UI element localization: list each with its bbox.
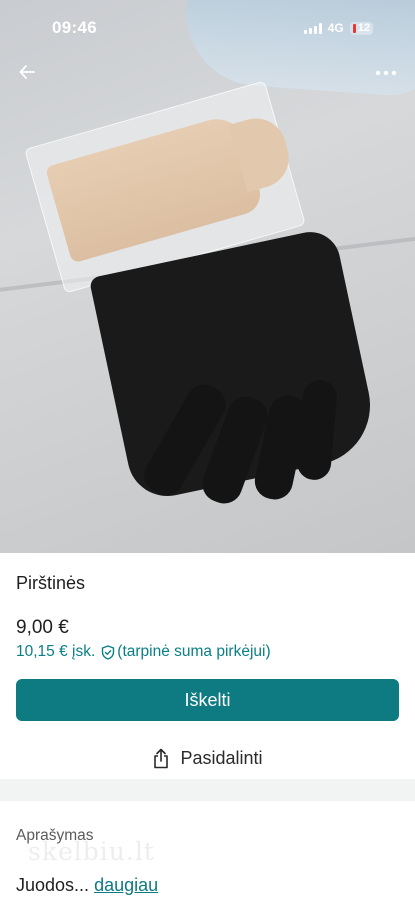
section-divider: [0, 779, 415, 801]
share-label: Pasidalinti: [180, 747, 263, 768]
listing-title: Pirštinės: [16, 573, 86, 593]
back-button[interactable]: [12, 57, 42, 87]
status-bar: 09:46 4G 12: [0, 0, 415, 56]
read-more-link[interactable]: daugiau: [94, 875, 158, 895]
network-type: 4G: [327, 21, 344, 35]
description-text: Juodos... daugiau: [16, 875, 158, 896]
more-options-button[interactable]: [371, 60, 401, 86]
total-price-value: 10,15 € įsk.: [16, 643, 96, 660]
status-indicators: 4G 12: [303, 21, 373, 35]
glove-finger: [295, 378, 339, 482]
bump-button[interactable]: Iškelti: [16, 679, 399, 721]
share-icon: [154, 748, 169, 768]
total-price[interactable]: 10,15 € įsk. (tarpinė suma pirkėjui): [16, 643, 271, 661]
listing-photo[interactable]: [0, 0, 415, 553]
listing-price: 9,00 €: [16, 617, 69, 638]
arrow-left-icon: [19, 65, 35, 79]
watermark: skelbiu.lt: [28, 837, 155, 866]
battery-level: 12: [357, 22, 370, 34]
status-time: 09:46: [52, 18, 97, 37]
total-price-note: (tarpinė suma pirkėjui): [117, 643, 271, 660]
description-preview: Juodos...: [16, 875, 90, 895]
share-button[interactable]: Pasidalinti: [0, 739, 415, 777]
battery-icon: 12: [349, 21, 373, 35]
shield-icon: [101, 644, 115, 660]
more-horizontal-icon: [375, 70, 397, 76]
signal-icon: [303, 22, 322, 34]
